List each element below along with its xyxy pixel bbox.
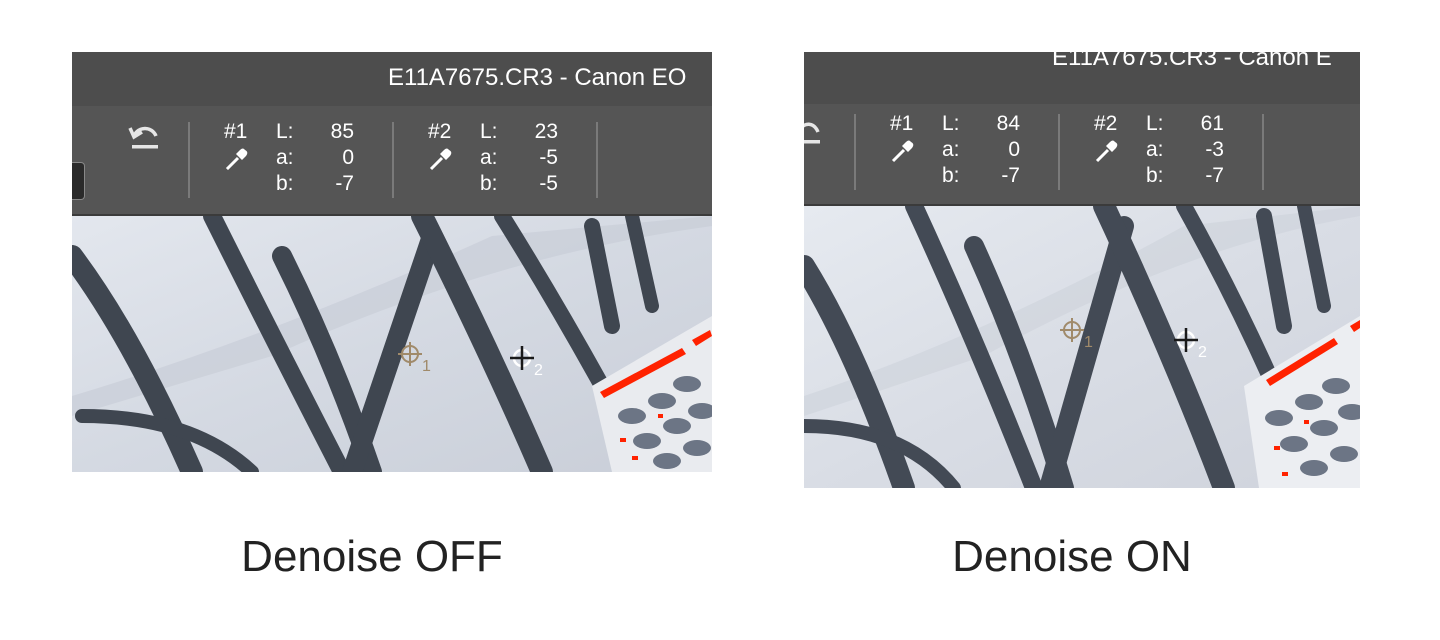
caption-denoise-on: Denoise ON — [952, 532, 1192, 581]
lab-b-label: b: — [480, 172, 498, 195]
lab-l-label: L: — [1146, 112, 1164, 135]
lab-a-label: a: — [942, 138, 960, 161]
title-bar: E11A7675.CR3 - Canon EO — [72, 52, 712, 107]
sampler-marker-2[interactable]: 2 — [508, 344, 548, 379]
sampler-tag: #2 — [428, 120, 452, 143]
eyedropper-icon[interactable] — [890, 138, 916, 164]
lab-b-value: -7 — [335, 172, 354, 195]
eyedropper-icon[interactable] — [428, 146, 454, 172]
sampler-marker-1[interactable]: 1 — [1058, 316, 1098, 351]
color-sampler-2-readout: #2 L: a: b: 23 -5 -5 — [428, 120, 568, 200]
lab-a-value: 0 — [1008, 138, 1020, 161]
sampler-marker-label: 2 — [1198, 344, 1207, 361]
lab-a-value: -5 — [539, 146, 558, 169]
lab-b-value: -7 — [1205, 164, 1224, 187]
toolbar-separator — [854, 114, 856, 190]
sampler-marker-label: 2 — [534, 362, 543, 379]
eyedropper-icon[interactable] — [224, 146, 250, 172]
brush-tool-icon[interactable] — [72, 162, 85, 200]
sampler-tag: #1 — [224, 120, 248, 143]
sampler-tag: #1 — [890, 112, 914, 135]
title-bar: E11A7675.CR3 - Canon E — [804, 52, 1360, 105]
color-sampler-1-readout: #1 L: a: b: 85 0 -7 — [224, 120, 364, 200]
lab-a-value: 0 — [342, 146, 354, 169]
window-title: E11A7675.CR3 - Canon E — [1052, 52, 1332, 71]
lab-l-value: 84 — [996, 112, 1020, 135]
lab-b-value: -7 — [1001, 164, 1020, 187]
sampler-marker-label: 1 — [422, 358, 431, 375]
info-toolbar: #1 L: a: b: 84 0 -7 #2 L: a: b: 61 -3 -7 — [804, 104, 1360, 206]
image-canvas[interactable] — [72, 216, 712, 472]
lab-a-label: a: — [276, 146, 294, 169]
screenshot-panel-denoise-off: E11A7675.CR3 - Canon EO #1 L: a: b: 85 0… — [72, 52, 712, 472]
color-sampler-1-readout: #1 L: a: b: 84 0 -7 — [890, 112, 1030, 192]
window-title: E11A7675.CR3 - Canon EO — [388, 64, 687, 91]
toolbar-separator — [392, 122, 394, 198]
toolbar-separator — [596, 122, 598, 198]
undo-icon[interactable] — [804, 118, 824, 148]
eyedropper-icon[interactable] — [1094, 138, 1120, 164]
lab-a-label: a: — [1146, 138, 1164, 161]
lab-l-value: 61 — [1200, 112, 1224, 135]
sampler-tag: #2 — [1094, 112, 1118, 135]
screenshot-panel-denoise-on: E11A7675.CR3 - Canon E #1 L: a: b: 84 0 … — [804, 52, 1360, 488]
lab-b-label: b: — [942, 164, 960, 187]
lab-b-label: b: — [276, 172, 294, 195]
toolbar-separator — [188, 122, 190, 198]
lab-l-label: L: — [480, 120, 498, 143]
info-toolbar: #1 L: a: b: 85 0 -7 #2 L: a: b: 23 -5 -5 — [72, 106, 712, 216]
lab-b-label: b: — [1146, 164, 1164, 187]
color-sampler-2-readout: #2 L: a: b: 61 -3 -7 — [1094, 112, 1234, 192]
sampler-marker-label: 1 — [1084, 334, 1093, 351]
photo-crop — [72, 216, 712, 472]
lab-a-label: a: — [480, 146, 498, 169]
toolbar-separator — [1058, 114, 1060, 190]
caption-denoise-off: Denoise OFF — [241, 532, 503, 581]
toolbar-separator — [1262, 114, 1264, 190]
undo-icon[interactable] — [128, 122, 162, 152]
lab-a-value: -3 — [1205, 138, 1224, 161]
lab-l-label: L: — [276, 120, 294, 143]
lab-l-label: L: — [942, 112, 960, 135]
lab-b-value: -5 — [539, 172, 558, 195]
lab-l-value: 23 — [534, 120, 558, 143]
lab-l-value: 85 — [330, 120, 354, 143]
sampler-marker-1[interactable]: 1 — [396, 340, 436, 375]
sampler-marker-2[interactable]: 2 — [1172, 326, 1212, 361]
